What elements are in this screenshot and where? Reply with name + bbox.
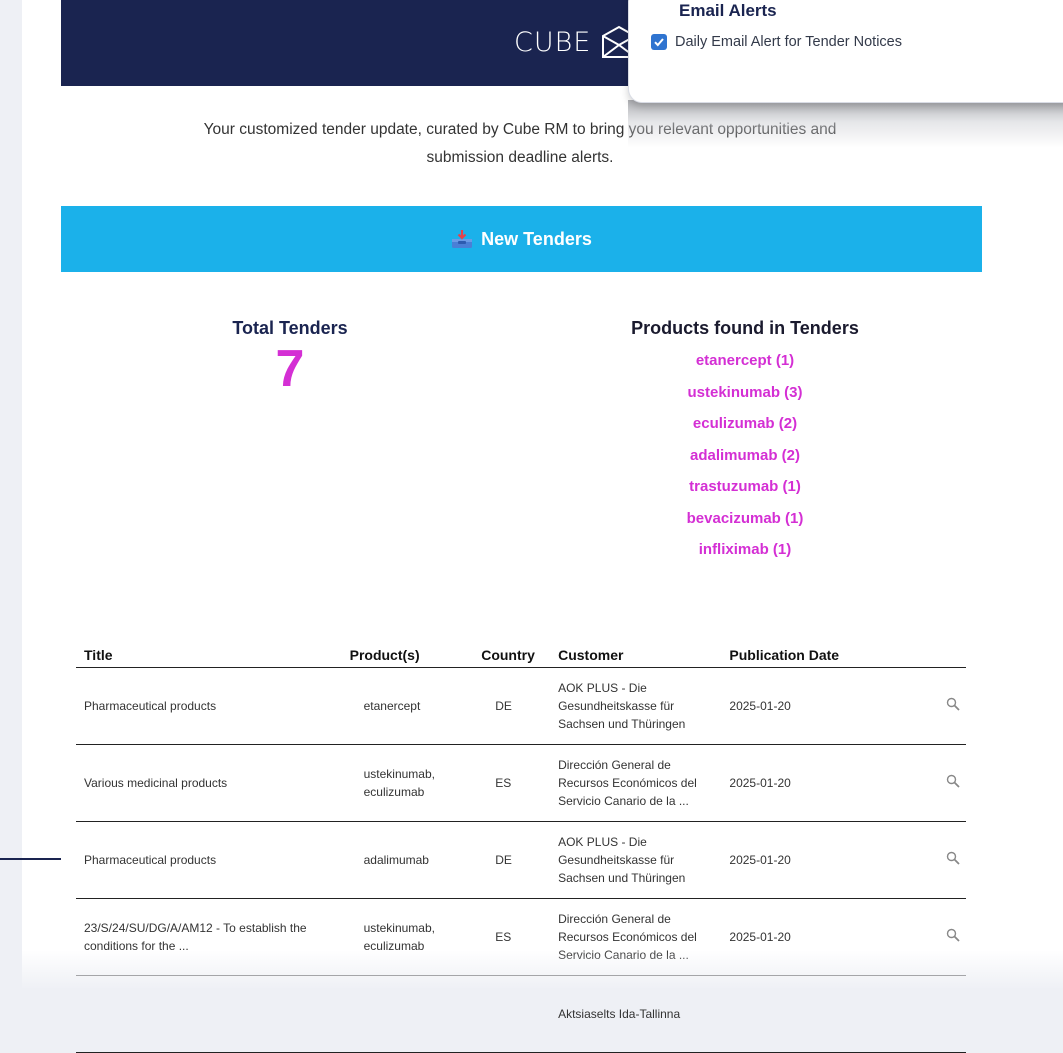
product-item[interactable]: ustekinumab (3) (580, 377, 910, 409)
cell-title: Pharmaceutical products (76, 821, 344, 899)
daily-email-alert-label: Daily Email Alert for Tender Notices (675, 34, 902, 50)
view-tender-button[interactable] (914, 821, 966, 899)
product-item[interactable]: eculizumab (2) (580, 408, 910, 440)
cell-country: DE (475, 667, 553, 745)
view-tender-button[interactable] (914, 744, 966, 822)
cell-publication-date: 2025-01-20 (723, 744, 915, 822)
cell-publication-date: 2025-01-20 (723, 821, 915, 899)
table-row: Pharmaceutical products etanercept DE AO… (76, 667, 966, 745)
column-header-products: Product(s) (343, 643, 476, 668)
products-found-label: Products found in Tenders (631, 318, 859, 338)
email-alerts-title: Email Alerts (679, 1, 777, 20)
magnifier-icon (946, 928, 960, 942)
column-header-customer: Customer (552, 643, 724, 668)
product-item[interactable]: etanercept (1) (580, 345, 910, 377)
cell-title: Various medicinal products (76, 744, 344, 822)
cell-customer: Dirección General de Recursos Económicos… (552, 744, 724, 822)
magnifier-icon (946, 774, 960, 788)
column-header-country: Country (475, 643, 553, 668)
view-tender-button[interactable] (914, 667, 966, 745)
total-tenders-label: Total Tenders (232, 318, 348, 338)
magnifier-icon (946, 851, 960, 865)
new-tenders-header: New Tenders (61, 206, 982, 272)
intro-line-2: submission deadline alerts. (426, 149, 614, 166)
cell-products: etanercept (343, 667, 476, 745)
cell-country: DE (475, 821, 553, 899)
logo-text: CUBE (514, 26, 592, 58)
total-tenders-value: 7 (275, 340, 305, 398)
daily-email-alert-checkbox[interactable] (651, 34, 667, 50)
cell-customer: AOK PLUS - Die Gesundheitskasse für Sach… (552, 821, 724, 899)
cell-title: Pharmaceutical products (76, 667, 344, 745)
column-header-publication-date: Publication Date (723, 643, 915, 668)
inbox-tray-icon (452, 230, 473, 248)
products-found: Products found in Tenders etanercept (1)… (580, 318, 910, 566)
cell-customer: AOK PLUS - Die Gesundheitskasse für Sach… (552, 667, 724, 745)
cell-country: ES (475, 744, 553, 822)
cube-logo: CUBE (514, 20, 639, 64)
checkmark-icon (654, 38, 664, 47)
panel-shadow (628, 100, 1063, 148)
products-list: etanercept (1) ustekinumab (3) eculizuma… (580, 345, 910, 566)
column-header-title: Title (76, 643, 344, 668)
cell-products: adalimumab (343, 821, 476, 899)
email-alerts-panel: Email Alerts Daily Email Alert for Tende… (628, 0, 1063, 103)
cell-publication-date: 2025-01-20 (723, 667, 915, 745)
tenders-table: Title Product(s) Country Customer Public… (76, 643, 966, 1053)
daily-email-alert-option[interactable]: Daily Email Alert for Tender Notices (651, 34, 902, 50)
column-header-action (914, 643, 966, 668)
product-item[interactable]: bevacizumab (1) (580, 503, 910, 535)
product-item[interactable]: adalimumab (2) (580, 440, 910, 472)
product-item[interactable]: trastuzumab (1) (580, 471, 910, 503)
divider (0, 858, 61, 860)
table-header-row: Title Product(s) Country Customer Public… (76, 643, 966, 668)
table-row: Various medicinal products ustekinumab, … (76, 744, 966, 822)
cell-products: ustekinumab, eculizumab (343, 744, 476, 822)
total-tenders: Total Tenders 7 (190, 318, 390, 397)
new-tenders-label: New Tenders (481, 228, 592, 249)
product-item[interactable]: infliximab (1) (580, 534, 910, 566)
bottom-fade (0, 950, 1063, 988)
table-row: Pharmaceutical products adalimumab DE AO… (76, 821, 966, 899)
magnifier-icon (946, 697, 960, 711)
